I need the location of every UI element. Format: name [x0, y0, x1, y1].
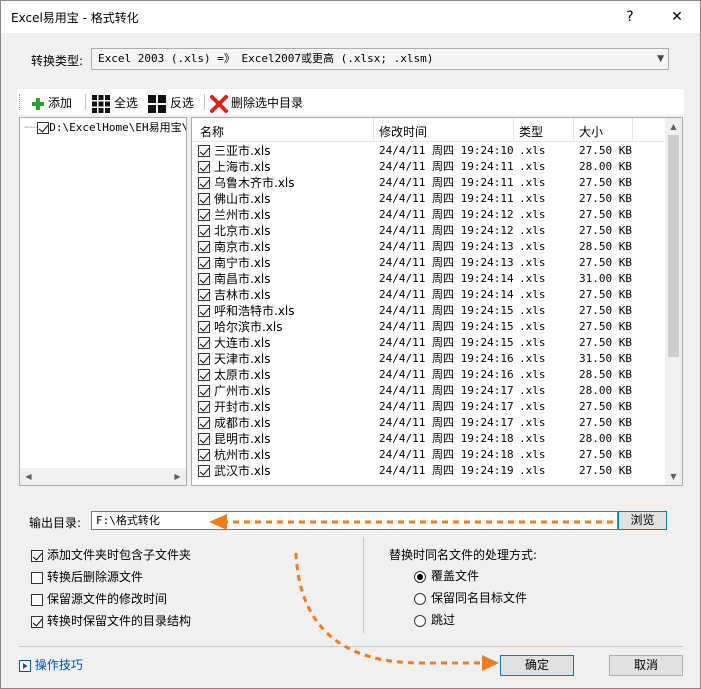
annotation-arrows [209, 514, 613, 671]
arrowhead-icon [209, 514, 227, 530]
dashed-arrow-path [294, 552, 491, 665]
arrowhead-icon [482, 655, 499, 671]
format-convert-dialog: Excel易用宝 - 格式转化 ? ✕ 转换类型: Excel 2003 (.x… [0, 0, 701, 689]
